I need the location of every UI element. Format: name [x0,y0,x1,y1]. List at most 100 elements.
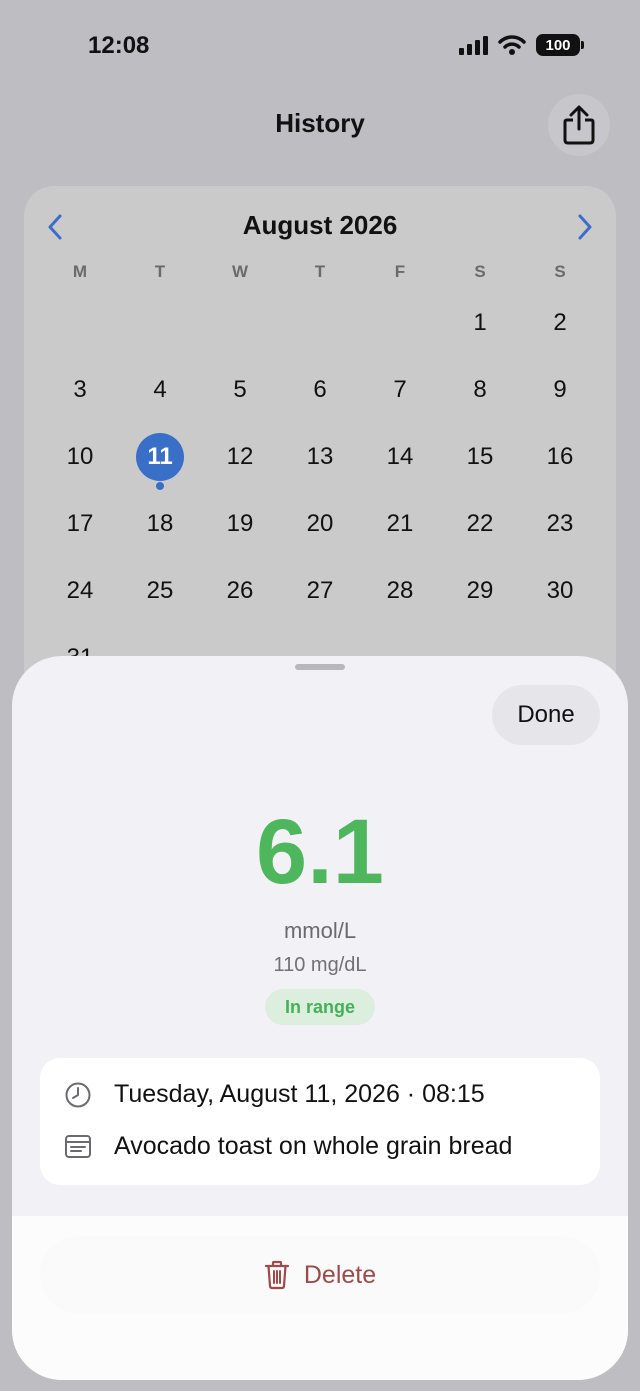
calendar-empty-cell [40,289,120,356]
datetime-row: Tuesday, August 11, 2026 · 08:15 [64,1080,485,1109]
calendar-days-grid: 1 2 3 4 5 6 7 8 9 10 11 12 13 14 15 16 17 18 19 20 21 22 23 24 2… [40,289,600,691]
calendar-empty-cell [120,289,200,356]
calendar-day[interactable]: 12 [200,423,280,490]
calendar-day[interactable]: 26 [200,557,280,624]
calendar-day[interactable]: 28 [360,557,440,624]
calendar-day[interactable]: 16 [520,423,600,490]
weekday-label: F [394,262,406,281]
calendar-day-number: 25 [146,576,174,604]
calendar-day[interactable]: 18 [120,490,200,557]
calendar-day[interactable]: 24 [40,557,120,624]
calendar-day[interactable]: 5 [200,356,280,423]
reading-indicator-dot [156,482,164,490]
calendar-day-number: 2 [553,308,567,336]
battery-icon: 100 [536,34,584,56]
chevron-right-icon [578,214,592,240]
calendar-day-number: 4 [153,375,167,403]
sheet-footer: Delete [12,1216,628,1380]
trash-icon [264,1260,289,1290]
next-month-button[interactable] [570,212,600,242]
page-title: History [275,108,365,138]
calendar-day[interactable]: 22 [440,490,520,557]
calendar-day[interactable]: 7 [360,356,440,423]
month-label: August 2026 [242,210,398,240]
calendar-day[interactable]: 17 [40,490,120,557]
calendar-day[interactable]: 29 [440,557,520,624]
calendar-day-number: 8 [473,375,487,403]
calendar-day-number: 16 [546,442,574,470]
calendar-empty-cell [280,289,360,356]
calendar-day[interactable]: 19 [200,490,280,557]
calendar-day-number: 19 [226,509,254,537]
weekday-label: T [154,262,166,281]
calendar-day[interactable]: 20 [280,490,360,557]
calendar-day[interactable]: 14 [360,423,440,490]
calendar-day-number: 11 [136,432,184,481]
calendar-empty-cell [200,289,280,356]
done-button[interactable]: Done [492,685,600,745]
reading-value: 6.1 [256,801,384,903]
calendar-empty-cell [360,289,440,356]
calendar-day-number: 14 [386,442,414,470]
calendar-day-number: 23 [546,509,574,537]
battery-level: 100 [545,36,571,54]
calendar-day-number: 21 [386,509,414,537]
wifi-icon [498,35,526,55]
calendar-day-number: 9 [553,375,567,403]
calendar-day[interactable]: 21 [360,490,440,557]
calendar-day[interactable]: 27 [280,557,360,624]
calendar-day[interactable]: 30 [520,557,600,624]
sheet-grabber[interactable] [295,664,345,670]
calendar-day-number: 22 [466,509,494,537]
signal-icon [459,35,488,55]
weekday-label: W [231,262,249,281]
calendar-day-number: 24 [66,576,94,604]
delete-button[interactable]: Delete [40,1236,600,1314]
clock-icon [64,1081,92,1109]
weekday-label: S [474,262,486,281]
calendar-day-number: 5 [233,375,247,403]
weekday-label: T [314,262,326,281]
status-icons: 100 [459,34,584,56]
calendar-day[interactable]: 11 [120,423,200,490]
calendar-day-number: 30 [546,576,574,604]
reading-alt-value: 110 mg/dL [273,954,367,976]
calendar-day[interactable]: 4 [120,356,200,423]
calendar-day[interactable]: 23 [520,490,600,557]
calendar-day-number: 28 [386,576,414,604]
note-icon [64,1133,92,1161]
calendar-day[interactable]: 10 [40,423,120,490]
calendar-day[interactable]: 1 [440,289,520,356]
calendar-day-number: 13 [306,442,334,470]
weekday-label: S [554,262,566,281]
calendar-day[interactable]: 25 [120,557,200,624]
calendar-day-number: 10 [66,442,94,470]
reading-detail-sheet: Done 6.1 mmol/L 110 mg/dL In range Tuesd… [12,656,628,1380]
calendar-day[interactable]: 8 [440,356,520,423]
calendar-day-number: 27 [306,576,334,604]
reading-note: Avocado toast on whole grain bread [114,1132,513,1160]
calendar-day-number: 20 [306,509,334,537]
calendar-day[interactable]: 15 [440,423,520,490]
delete-label: Delete [303,1260,377,1289]
calendar-day-number: 1 [473,308,487,336]
calendar-day-number: 6 [313,375,327,403]
calendar-day-number: 12 [226,442,254,470]
calendar-day-number: 17 [66,509,94,537]
calendar-day-number: 3 [73,375,87,403]
reading-unit: mmol/L [283,918,357,943]
calendar-day-number: 26 [226,576,254,604]
share-button[interactable] [548,94,610,156]
weekday-label: M [72,262,88,281]
calendar-day[interactable]: 13 [280,423,360,490]
calendar-day-number: 7 [393,375,407,403]
calendar-day[interactable]: 3 [40,356,120,423]
calendar-day[interactable]: 6 [280,356,360,423]
calendar-day-number: 18 [146,509,174,537]
calendar-day[interactable]: 9 [520,356,600,423]
range-status-badge: In range [265,989,375,1025]
calendar-card: August 2026 M T W T F S S 1 2 3 4 5 6 7 8 9 10 11 1… [24,186,616,706]
share-icon [563,105,595,145]
reading-datetime: Tuesday, August 11, 2026 · 08:15 [114,1080,485,1108]
calendar-day[interactable]: 2 [520,289,600,356]
